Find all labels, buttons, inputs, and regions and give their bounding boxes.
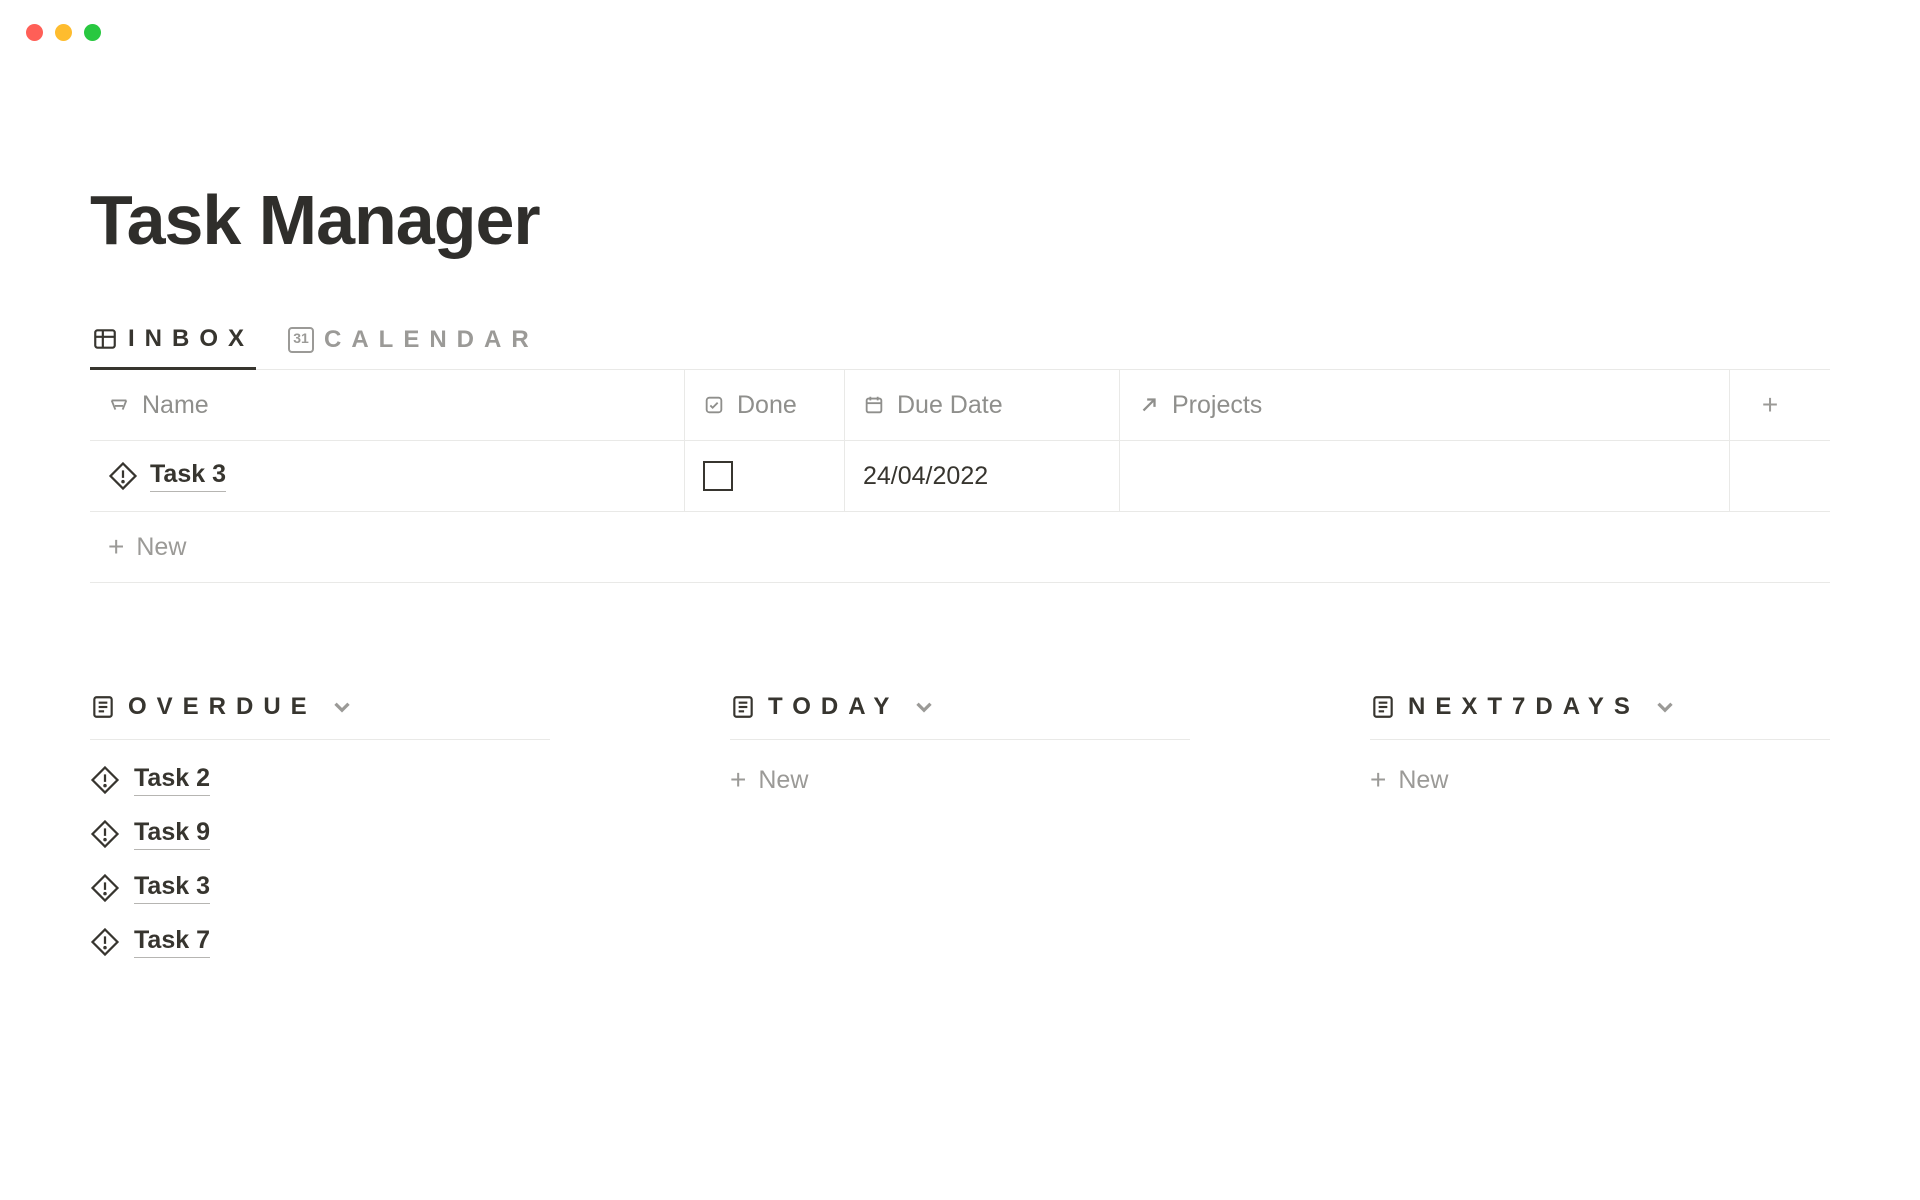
- checkbox-icon: [703, 394, 725, 416]
- plus-icon: +: [1762, 389, 1778, 421]
- new-row-button[interactable]: + New: [90, 512, 1830, 582]
- chevron-down-icon: [329, 694, 355, 720]
- list-item[interactable]: Task 7: [90, 926, 550, 958]
- list-next7days: NEXT7DAYS + New: [1370, 693, 1830, 958]
- alert-diamond-icon: [90, 927, 120, 957]
- list-item[interactable]: Task 2: [90, 764, 550, 796]
- plus-icon: +: [108, 531, 124, 563]
- table-header: Name Done Due Date: [90, 370, 1830, 441]
- list-today-new[interactable]: + New: [730, 740, 1190, 796]
- tab-inbox-label: INBOX: [128, 325, 254, 353]
- alert-diamond-icon: [90, 819, 120, 849]
- list-icon: [90, 694, 116, 720]
- inbox-table: Name Done Due Date: [90, 370, 1830, 583]
- table-row[interactable]: Task 3 24/04/2022: [90, 441, 1830, 512]
- text-icon: [108, 394, 130, 416]
- add-column-button[interactable]: +: [1730, 370, 1810, 440]
- list-overdue-header[interactable]: OVERDUE: [90, 693, 550, 740]
- list-item[interactable]: Task 3: [90, 872, 550, 904]
- alert-diamond-icon: [108, 461, 138, 491]
- list-next7days-header[interactable]: NEXT7DAYS: [1370, 693, 1830, 740]
- page-title: Task Manager: [90, 180, 1830, 260]
- window-close-dot[interactable]: [26, 24, 43, 41]
- list-icon: [730, 694, 756, 720]
- view-tabs: INBOX 31 CALENDAR: [90, 315, 1830, 370]
- list-item[interactable]: Task 9: [90, 818, 550, 850]
- calendar-icon: 31: [288, 327, 314, 353]
- window-zoom-dot[interactable]: [84, 24, 101, 41]
- relation-arrow-icon: [1138, 394, 1160, 416]
- alert-diamond-icon: [90, 765, 120, 795]
- tab-calendar[interactable]: 31 CALENDAR: [286, 316, 541, 368]
- chevron-down-icon: [911, 694, 937, 720]
- chevron-down-icon: [1652, 694, 1678, 720]
- cell-trailing: [1730, 441, 1810, 511]
- checkbox-unchecked[interactable]: [703, 461, 733, 491]
- plus-icon: +: [1370, 764, 1386, 796]
- list-today: TODAY + New: [730, 693, 1190, 958]
- window-minimize-dot[interactable]: [55, 24, 72, 41]
- table-icon: [92, 326, 118, 352]
- tab-calendar-label: CALENDAR: [324, 326, 539, 354]
- list-today-header[interactable]: TODAY: [730, 693, 1190, 740]
- calendar-outline-icon: [863, 394, 885, 416]
- cell-projects[interactable]: [1120, 441, 1730, 511]
- plus-icon: +: [730, 764, 746, 796]
- cell-done[interactable]: [685, 441, 845, 511]
- col-projects-header[interactable]: Projects: [1120, 370, 1730, 440]
- lists-section: OVERDUE Task 2 Task 9 Task 3 T: [90, 693, 1830, 958]
- tab-inbox[interactable]: INBOX: [90, 315, 256, 370]
- window-traffic-lights: [26, 24, 101, 41]
- alert-diamond-icon: [90, 873, 120, 903]
- col-done-header[interactable]: Done: [685, 370, 845, 440]
- list-overdue: OVERDUE Task 2 Task 9 Task 3 T: [90, 693, 550, 958]
- cell-name[interactable]: Task 3: [90, 441, 685, 511]
- list-icon: [1370, 694, 1396, 720]
- cell-due[interactable]: 24/04/2022: [845, 441, 1120, 511]
- list-next7days-new[interactable]: + New: [1370, 740, 1830, 796]
- col-due-header[interactable]: Due Date: [845, 370, 1120, 440]
- col-name-header[interactable]: Name: [90, 370, 685, 440]
